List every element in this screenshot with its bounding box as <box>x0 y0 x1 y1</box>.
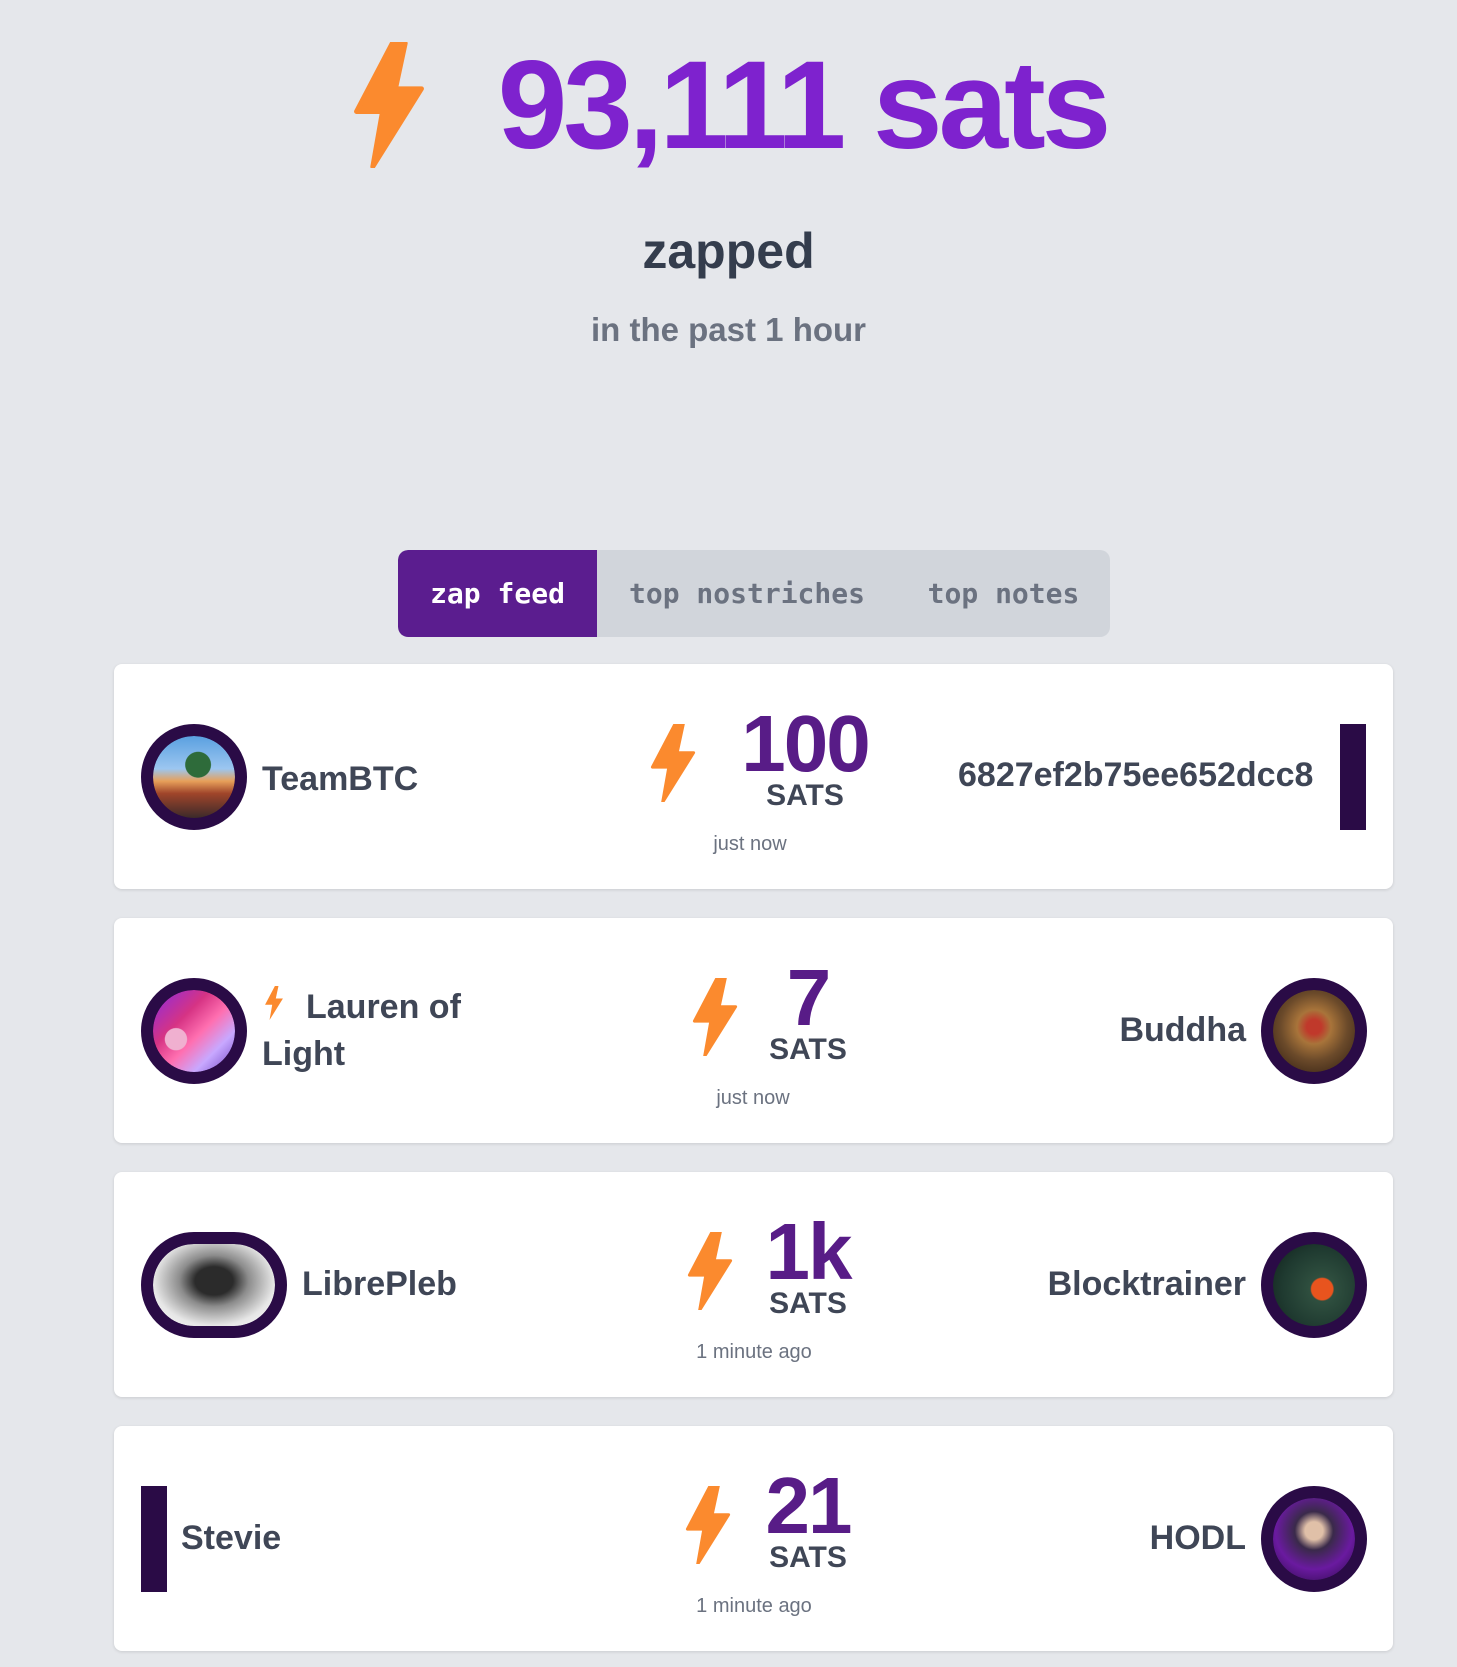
zap-amount: 7 <box>786 953 832 1042</box>
sender-avatar[interactable] <box>141 1232 287 1338</box>
tab-zap-feed[interactable]: zap feed <box>398 550 597 637</box>
total-sats: 93,111 sats <box>497 35 1111 175</box>
sender-name-text: Lauren of Light <box>262 988 461 1073</box>
recipient-avatar[interactable] <box>1261 1232 1367 1338</box>
recipient-avatar[interactable] <box>1261 978 1367 1084</box>
zap-amount: 21 <box>765 1461 853 1550</box>
zap-unit: SATS <box>769 1033 847 1066</box>
recipient-name[interactable]: Buddha <box>974 1007 1246 1054</box>
zap-amount: 1k <box>765 1207 853 1296</box>
sender-name[interactable]: LibrePleb <box>302 1261 457 1308</box>
zap-unit: SATS <box>766 779 844 812</box>
zap-amount: 100 <box>741 699 870 788</box>
recipient-name[interactable]: HODL <box>974 1515 1246 1562</box>
recipient-name[interactable]: Blocktrainer <box>974 1261 1246 1308</box>
zap-card[interactable]: Stevie 21 SATS 1 minute ago HODL <box>114 1426 1393 1651</box>
tab-top-notes[interactable]: top notes <box>897 550 1110 637</box>
tab-top-nostriches[interactable]: top nostriches <box>597 550 897 637</box>
zap-time: 1 minute ago <box>696 1341 812 1363</box>
zap-total: 93,111 sats <box>0 30 1457 180</box>
zap-card[interactable]: TeamBTC 100 SATS just now 6827ef2b75ee65… <box>114 664 1393 889</box>
zap-time: 1 minute ago <box>696 1595 812 1617</box>
lightning-bolt-icon <box>262 986 286 1020</box>
zap-unit: SATS <box>769 1541 847 1574</box>
zap-unit: SATS <box>769 1287 847 1320</box>
sender-avatar[interactable] <box>141 1486 167 1592</box>
sender-name[interactable]: Stevie <box>181 1515 281 1562</box>
recipient-avatar[interactable] <box>1340 724 1366 830</box>
lightning-bolt-icon <box>350 42 428 168</box>
view-tabs: zap feed top nostriches top notes <box>398 550 1110 637</box>
zap-card[interactable]: Lauren of Light 7 SATS just now Buddha <box>114 918 1393 1143</box>
recipient-name[interactable]: 6827ef2b75ee652dcc8 <box>958 756 1326 795</box>
sender-avatar[interactable] <box>141 978 247 1084</box>
zap-time: just now <box>713 833 787 855</box>
lightning-bolt-icon <box>648 724 698 802</box>
zapped-label: zapped <box>642 223 815 279</box>
sender-name[interactable]: TeamBTC <box>262 756 418 803</box>
sender-name[interactable]: Lauren of Light <box>262 984 492 1078</box>
zap-card[interactable]: LibrePleb 1k SATS 1 minute ago Blocktrai… <box>114 1172 1393 1397</box>
zap-time: just now <box>716 1087 790 1109</box>
time-period: in the past 1 hour <box>590 311 867 348</box>
sender-avatar[interactable] <box>141 724 247 830</box>
recipient-avatar[interactable] <box>1261 1486 1367 1592</box>
